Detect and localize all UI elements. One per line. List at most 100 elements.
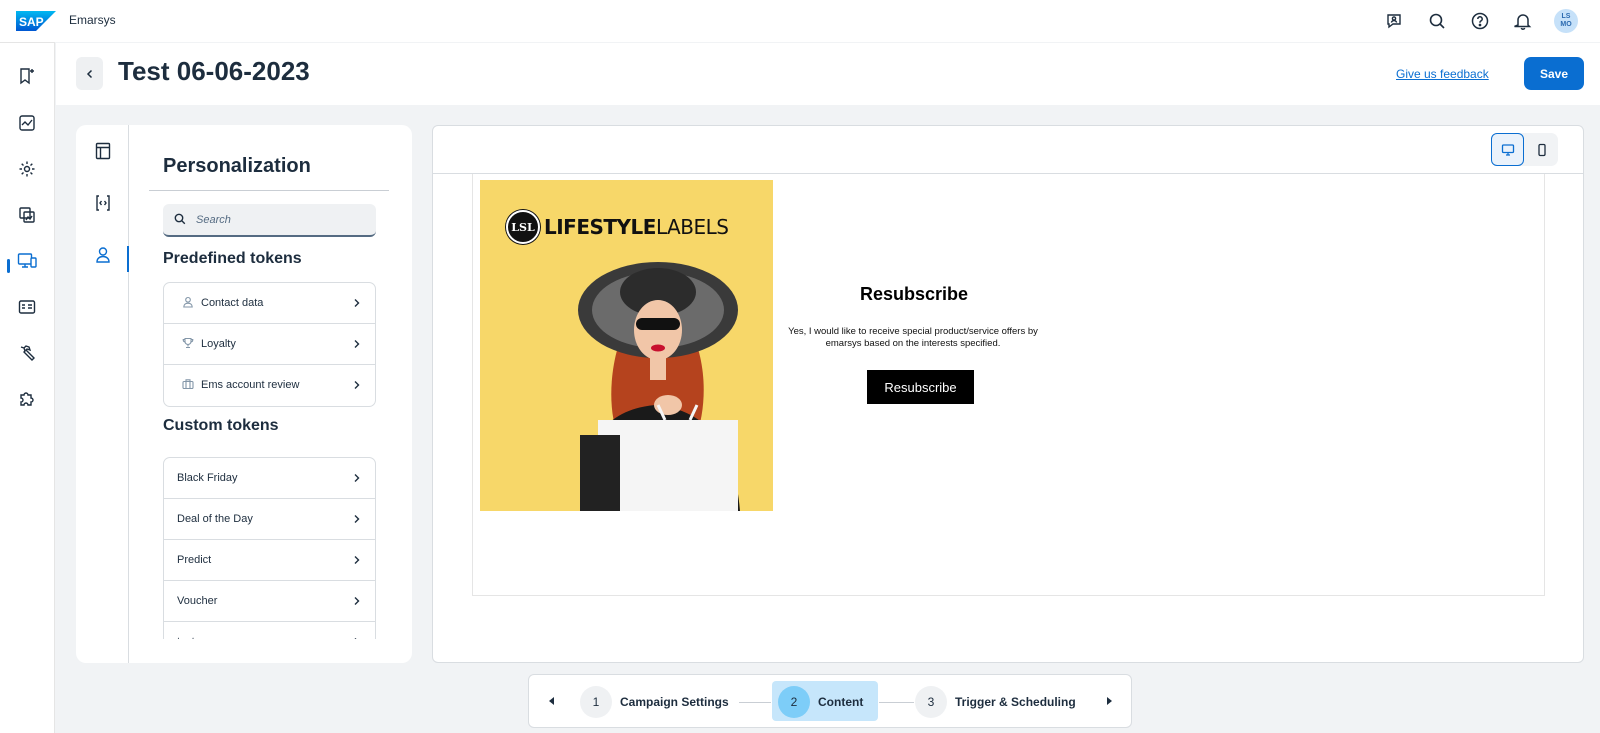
campaign-stepper: 1 Campaign Settings 2 Content 3 Trigger … bbox=[528, 674, 1132, 728]
step-label-campaign-settings[interactable]: Campaign Settings bbox=[620, 695, 729, 709]
token-item-loyalty[interactable]: Loyalty bbox=[164, 324, 375, 365]
brand-wordmark-bold: LIFESTYLE bbox=[544, 215, 656, 239]
token-item-deal-of-the-day[interactable]: Deal of the Day bbox=[164, 499, 375, 540]
help-icon[interactable] bbox=[1469, 10, 1491, 32]
chevron-right-icon bbox=[354, 474, 360, 482]
custom-token-list: Black Friday Deal of the Day Predict Vou… bbox=[163, 457, 376, 639]
email-editor: LSL LIFESTYLELABELS Resubscribe Yes, I w… bbox=[432, 125, 1584, 663]
email-preview[interactable]: LSL LIFESTYLELABELS Resubscribe Yes, I w… bbox=[472, 174, 1545, 596]
code-block-icon[interactable] bbox=[93, 193, 113, 213]
mobile-view-button[interactable] bbox=[1525, 133, 1558, 166]
previous-step-button[interactable] bbox=[546, 695, 558, 707]
token-label: Black Friday bbox=[177, 472, 238, 484]
briefcase-icon bbox=[182, 379, 194, 390]
token-item-ems-account-review[interactable]: Ems account review bbox=[164, 365, 375, 406]
step-label-content[interactable]: Content bbox=[818, 695, 863, 709]
feedback-chat-icon[interactable] bbox=[1383, 10, 1405, 32]
automation-icon[interactable] bbox=[17, 159, 37, 179]
save-button[interactable]: Save bbox=[1524, 57, 1584, 90]
channels-icon[interactable] bbox=[17, 251, 37, 271]
panel-rail bbox=[76, 125, 129, 663]
app-name: Emarsys bbox=[69, 13, 116, 27]
brand-badge: LSL bbox=[506, 210, 540, 244]
token-label: test bbox=[177, 636, 195, 639]
step-number[interactable]: 2 bbox=[778, 686, 810, 718]
brand-wordmark: LIFESTYLELABELS bbox=[544, 215, 729, 239]
desktop-view-button[interactable] bbox=[1491, 133, 1524, 166]
chevron-left-icon bbox=[86, 69, 92, 78]
editor-toolbar bbox=[433, 126, 1583, 174]
token-label: Loyalty bbox=[201, 338, 236, 350]
token-label: Ems account review bbox=[201, 379, 300, 391]
token-item-predict[interactable]: Predict bbox=[164, 540, 375, 581]
custom-tokens-heading: Custom tokens bbox=[163, 417, 279, 434]
chevron-right-icon bbox=[354, 638, 357, 639]
token-item-test[interactable]: test bbox=[164, 622, 375, 639]
top-bar: SAP Emarsys LS MO bbox=[0, 0, 1600, 42]
chevron-right-icon bbox=[354, 381, 360, 389]
back-button[interactable] bbox=[76, 57, 103, 90]
page-title: Test 06-06-2023 bbox=[118, 56, 310, 86]
user-avatar[interactable]: LS MO bbox=[1554, 9, 1578, 33]
give-feedback-link[interactable]: Give us feedback bbox=[1396, 67, 1489, 81]
person-icon bbox=[183, 296, 193, 308]
brand-wordmark-light: LABELS bbox=[655, 215, 729, 239]
chevron-right-icon bbox=[354, 515, 360, 523]
rail-active-indicator bbox=[127, 246, 129, 272]
chevron-right-icon bbox=[354, 597, 360, 605]
trophy-icon bbox=[182, 337, 194, 349]
next-step-button[interactable] bbox=[1103, 695, 1115, 707]
token-label: Deal of the Day bbox=[177, 513, 253, 525]
tools-icon[interactable] bbox=[17, 343, 37, 363]
email-body-text[interactable]: Yes, I would like to receive special pro… bbox=[778, 326, 1048, 350]
search-icon[interactable] bbox=[1426, 10, 1448, 32]
brand-logo: LSL LIFESTYLELABELS bbox=[506, 210, 729, 244]
assets-icon[interactable] bbox=[17, 205, 37, 225]
token-label: Contact data bbox=[201, 297, 264, 309]
page-header: Test 06-06-2023 Give us feedback Save bbox=[56, 43, 1600, 105]
token-search-field[interactable] bbox=[163, 204, 376, 237]
avatar-initials-line1: LS bbox=[1561, 13, 1571, 20]
predefined-tokens-heading: Predefined tokens bbox=[163, 250, 302, 267]
contacts-icon[interactable] bbox=[17, 297, 37, 317]
token-item-voucher[interactable]: Voucher bbox=[164, 581, 375, 622]
step-connector bbox=[879, 702, 914, 703]
notification-bell-icon[interactable] bbox=[1512, 10, 1534, 32]
chevron-right-icon bbox=[354, 340, 360, 348]
chevron-right-icon bbox=[354, 299, 360, 307]
hero-image[interactable]: LSL LIFESTYLELABELS bbox=[480, 180, 773, 511]
token-search-input[interactable] bbox=[196, 210, 366, 230]
add-ons-icon[interactable] bbox=[17, 389, 37, 409]
chevron-right-icon bbox=[354, 556, 360, 564]
sap-logo[interactable]: SAP bbox=[16, 11, 56, 31]
avatar-initials-line2: MO bbox=[1560, 21, 1572, 28]
step-label-trigger-scheduling[interactable]: Trigger & Scheduling bbox=[955, 695, 1076, 709]
panel-title: Personalization bbox=[163, 155, 311, 177]
caret-right-icon bbox=[1107, 697, 1112, 705]
svg-text:SAP: SAP bbox=[19, 15, 44, 29]
left-navigation bbox=[0, 42, 55, 733]
predefined-token-list: Contact data Loyalty Ems account review bbox=[163, 282, 376, 407]
step-connector bbox=[739, 702, 771, 703]
campaigns-icon[interactable] bbox=[17, 66, 37, 86]
step-number[interactable]: 3 bbox=[915, 686, 947, 718]
personalization-panel: Personalization Predefined tokens Contac… bbox=[76, 125, 412, 663]
view-mode-toggle bbox=[1491, 133, 1558, 166]
search-icon bbox=[174, 213, 186, 225]
layout-icon[interactable] bbox=[93, 141, 113, 161]
panel-divider bbox=[149, 190, 389, 191]
step-number[interactable]: 1 bbox=[580, 686, 612, 718]
custom-token-scroll-area[interactable]: Black Friday Deal of the Day Predict Vou… bbox=[163, 457, 376, 639]
token-label: Voucher bbox=[177, 595, 218, 607]
nav-active-indicator bbox=[7, 259, 10, 273]
desktop-view-icon bbox=[1501, 143, 1514, 156]
caret-left-icon bbox=[549, 697, 554, 705]
analytics-icon[interactable] bbox=[17, 113, 37, 133]
person-icon[interactable] bbox=[93, 245, 113, 265]
token-item-black-friday[interactable]: Black Friday bbox=[164, 458, 375, 499]
email-heading[interactable]: Resubscribe bbox=[859, 284, 969, 305]
token-label: Predict bbox=[177, 554, 212, 566]
resubscribe-button[interactable]: Resubscribe bbox=[867, 370, 974, 404]
mobile-view-icon bbox=[1537, 143, 1546, 156]
token-item-contact-data[interactable]: Contact data bbox=[164, 283, 375, 324]
